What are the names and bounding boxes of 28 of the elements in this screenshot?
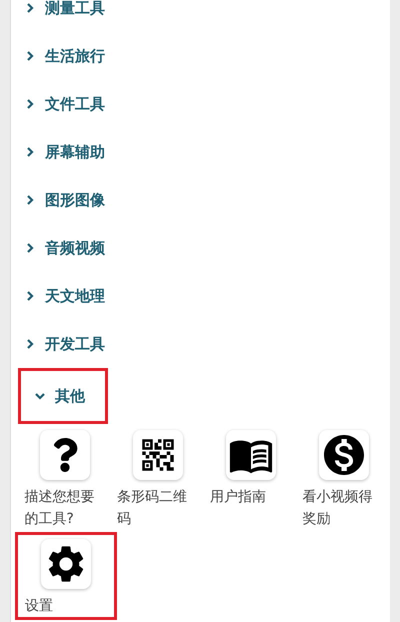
chevron-right-icon [24, 2, 36, 14]
category-item[interactable]: 图形图像 [11, 176, 390, 224]
tool-label: 描述您想要的工具? [23, 488, 96, 529]
tool-item[interactable]: 条形码二维码 [112, 426, 204, 530]
chevron-right-icon [24, 146, 36, 158]
category-item[interactable]: 音频视频 [11, 224, 390, 272]
chevron-right-icon [24, 98, 36, 110]
tool-label: 用户指南 [208, 488, 267, 507]
chevron-right-icon [24, 194, 36, 206]
chevron-right-icon [24, 338, 36, 350]
tool-label: 看小视频得奖励 [302, 488, 374, 529]
tool-item[interactable]: 描述您想要的工具? [19, 426, 112, 530]
category-item[interactable]: 屏幕辅助 [11, 128, 390, 176]
category-item[interactable]: 其他 [18, 368, 108, 424]
chevron-right-icon [24, 50, 36, 62]
category-item[interactable]: 开发工具 [11, 320, 390, 368]
chevron-right-icon [24, 242, 36, 254]
tool-label: 条形码二维码 [116, 488, 188, 529]
tool-item[interactable]: 用户指南 [204, 426, 298, 530]
tool-label: 设置 [24, 597, 54, 616]
tool-item[interactable]: 设置 [15, 532, 117, 620]
chevron-down-icon [34, 390, 46, 402]
category-item[interactable]: 测量工具 [11, 0, 390, 32]
category-item[interactable]: 生活旅行 [11, 32, 390, 80]
chevron-right-icon [24, 290, 36, 302]
category-item[interactable]: 文件工具 [11, 80, 390, 128]
category-item[interactable]: 天文地理 [11, 272, 390, 320]
tool-item[interactable]: 看小视频得奖励 [297, 426, 390, 530]
